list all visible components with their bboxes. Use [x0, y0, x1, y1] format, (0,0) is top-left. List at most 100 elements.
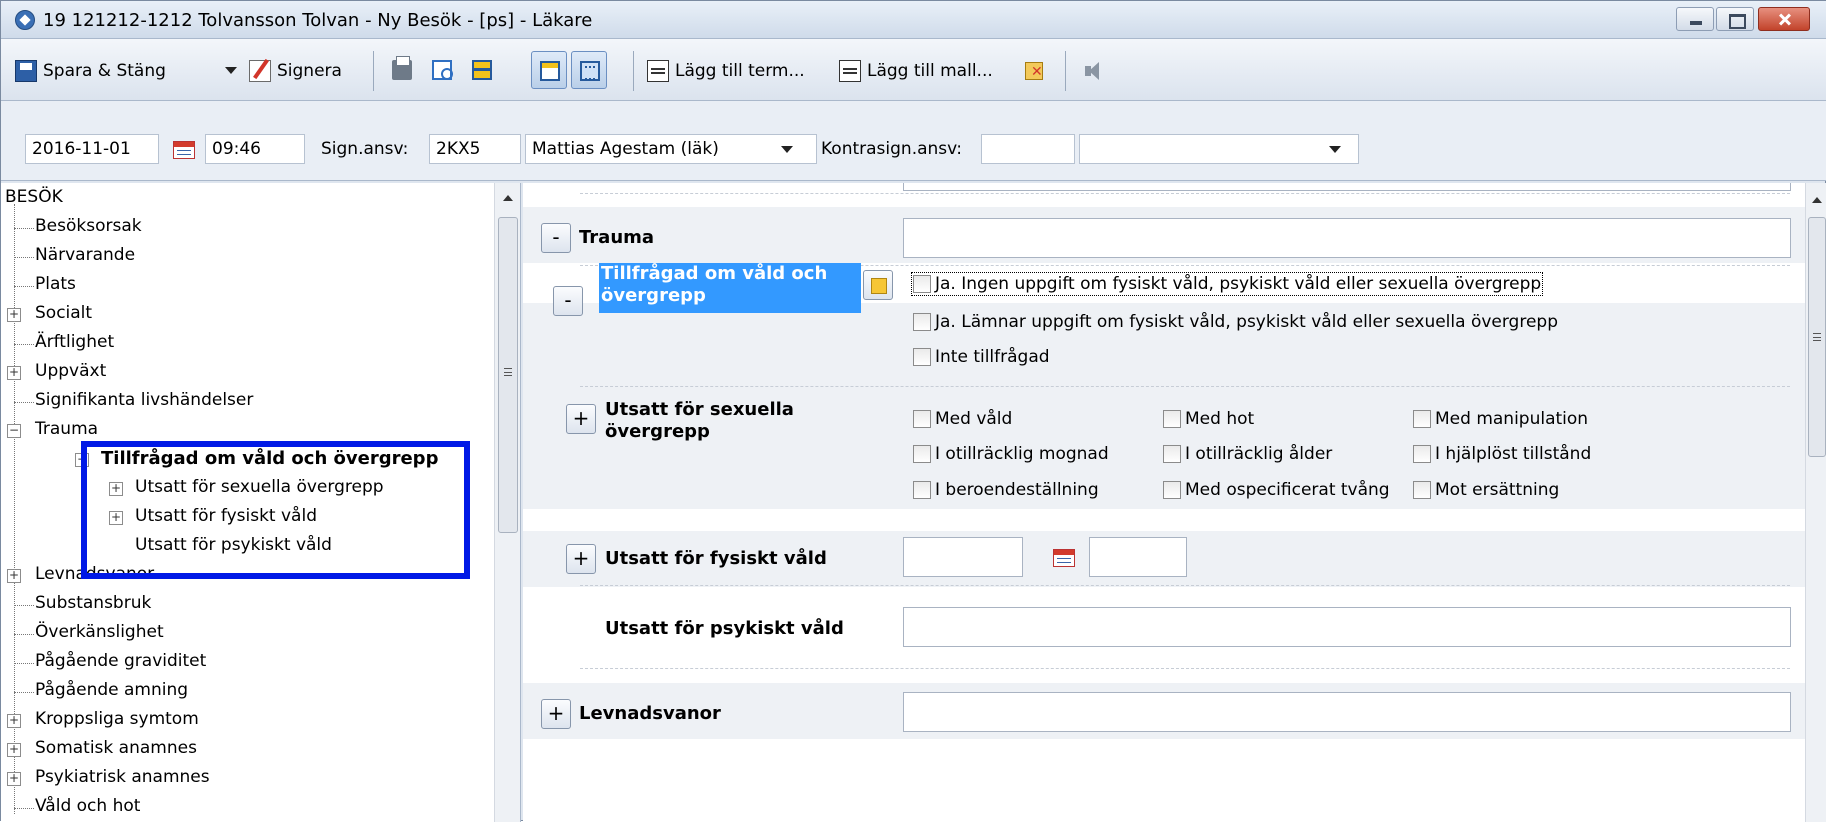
scrollbar-thumb[interactable]	[498, 217, 518, 533]
countersign-code-field[interactable]	[981, 134, 1075, 164]
expand-icon[interactable]: +	[7, 569, 21, 583]
lifestyle-input[interactable]	[903, 692, 1791, 732]
expand-icon[interactable]: +	[7, 743, 21, 757]
tree-item-uppvaxt[interactable]: Uppväxt	[35, 361, 106, 381]
note-icon[interactable]	[863, 270, 893, 300]
calendar-icon[interactable]	[1053, 549, 1075, 567]
sexual-option-ospecificerat-tvang[interactable]: Med ospecificerat tvång	[1163, 480, 1390, 500]
expand-icon[interactable]: +	[7, 772, 21, 786]
tree-item-kroppsliga-symtom[interactable]: Kroppsliga symtom	[35, 709, 199, 729]
tree-item-fysiskt-vald[interactable]: Utsatt för fysiskt våld	[135, 506, 317, 526]
trauma-collapse-button[interactable]: -	[541, 223, 571, 253]
checkbox[interactable]	[1163, 481, 1181, 499]
tree-item-overkanslighet[interactable]: Överkänslighet	[35, 622, 164, 642]
expand-icon[interactable]: +	[109, 482, 123, 496]
physical-extra-field[interactable]	[1089, 537, 1187, 577]
sexual-option-med-manipulation[interactable]: Med manipulation	[1413, 409, 1588, 429]
sign-responsible-select[interactable]: Mattias Agestam (läk)	[525, 134, 817, 164]
expand-icon[interactable]: +	[109, 511, 123, 525]
collapse-icon[interactable]: −	[7, 424, 21, 438]
lifestyle-expand-button[interactable]: +	[541, 699, 571, 729]
tree-item-trauma[interactable]: Trauma	[35, 419, 98, 439]
checkbox[interactable]	[913, 313, 931, 331]
save-options-dropdown-arrow[interactable]	[225, 67, 237, 74]
close-button[interactable]	[1758, 7, 1810, 31]
tree-item-vald-och-hot[interactable]: Våld och hot	[35, 796, 140, 816]
asked-option-yes-no-info[interactable]: Ja. Ingen uppgift om fysiskt våld, psyki…	[910, 272, 1544, 296]
print-preview-button[interactable]	[424, 51, 460, 89]
add-term-button[interactable]: Lägg till term...	[647, 57, 805, 85]
divider	[580, 193, 1790, 194]
tree-item-socialt[interactable]: Socialt	[35, 303, 92, 323]
sound-button[interactable]	[1081, 57, 1109, 85]
asked-option-not-asked[interactable]: Inte tillfrågad	[913, 347, 1050, 367]
sign-responsible-code-field[interactable]: 2KX5	[429, 134, 521, 164]
checkbox[interactable]	[913, 348, 931, 366]
save-close-button[interactable]: Spara & Stäng	[15, 57, 166, 85]
checkbox[interactable]	[1163, 445, 1181, 463]
collapse-icon[interactable]: −	[75, 453, 89, 467]
tree-item-somatisk-anamnes[interactable]: Somatisk anamnes	[35, 738, 197, 758]
tree-item-besoksorsak[interactable]: Besöksorsak	[35, 216, 142, 236]
sexual-option-med-vald[interactable]: Med våld	[913, 409, 1012, 429]
expand-icon[interactable]: +	[7, 308, 21, 322]
tree-item-psykiskt-vald[interactable]: Utsatt för psykiskt våld	[135, 535, 332, 555]
psychological-label: Utsatt för psykiskt våld	[605, 618, 844, 639]
tree-item-psykiatrisk-anamnes[interactable]: Psykiatrisk anamnes	[35, 767, 210, 787]
tree-item-plats[interactable]: Plats	[35, 274, 76, 294]
sexual-option-hjalplost-tillstand[interactable]: I hjälplöst tillstånd	[1413, 444, 1591, 464]
sexual-option-mot-ersattning[interactable]: Mot ersättning	[1413, 480, 1559, 500]
remove-button[interactable]	[1023, 57, 1051, 85]
expand-icon[interactable]: +	[7, 366, 21, 380]
sexual-option-med-hot[interactable]: Med hot	[1163, 409, 1254, 429]
sexual-expand-button[interactable]: +	[566, 404, 596, 434]
checkbox[interactable]	[913, 445, 931, 463]
panel-button[interactable]	[464, 51, 500, 89]
calendar-icon[interactable]	[173, 141, 195, 159]
scroll-up-icon[interactable]	[503, 195, 513, 201]
physical-date-field[interactable]	[903, 537, 1023, 577]
checkbox[interactable]	[913, 481, 931, 499]
tree-item-sexuella-overgrepp[interactable]: Utsatt för sexuella övergrepp	[135, 477, 384, 497]
minimize-button[interactable]	[1676, 7, 1714, 31]
tree-connector	[14, 228, 34, 229]
sexual-option-otillracklig-mognad[interactable]: I otillräcklig mognad	[913, 444, 1109, 464]
time-field[interactable]: 09:46	[205, 134, 305, 164]
trauma-input[interactable]	[903, 218, 1791, 258]
sexual-option-otillracklig-alder[interactable]: I otillräcklig ålder	[1163, 444, 1332, 464]
checkbox[interactable]	[1413, 410, 1431, 428]
tree-item-narvarande[interactable]: Närvarande	[35, 245, 135, 265]
checkbox[interactable]	[913, 410, 931, 428]
tree-scrollbar[interactable]	[494, 183, 520, 822]
overview-toggle-button[interactable]	[571, 51, 607, 89]
maximize-button[interactable]	[1716, 7, 1754, 31]
scrollbar-thumb[interactable]	[1808, 217, 1826, 457]
psychological-input[interactable]	[903, 607, 1791, 647]
tree-item-pagaende-amning[interactable]: Pågående amning	[35, 680, 188, 700]
sexual-option-beroendestallning[interactable]: I beroendeställning	[913, 480, 1099, 500]
tree-item-arftlighet[interactable]: Ärftlighet	[35, 332, 114, 352]
tree-connector	[14, 257, 34, 258]
tree-item-signifikanta-livshandelser[interactable]: Signifikanta livshändelser	[35, 390, 253, 410]
date-field[interactable]: 2016-11-01	[25, 134, 159, 164]
asked-collapse-button[interactable]: -	[553, 286, 583, 316]
tree-item-substansbruk[interactable]: Substansbruk	[35, 593, 151, 613]
layout-toggle-button[interactable]	[531, 51, 567, 89]
expand-icon[interactable]: +	[7, 714, 21, 728]
checkbox[interactable]	[1413, 481, 1431, 499]
physical-expand-button[interactable]: +	[566, 544, 596, 574]
sign-button[interactable]: Signera	[249, 57, 342, 85]
checkbox[interactable]	[913, 275, 931, 293]
tree-item-tillfragad[interactable]: Tillfrågad om våld och övergrepp	[101, 448, 438, 469]
add-template-button[interactable]: Lägg till mall...	[839, 57, 993, 85]
previous-section-input[interactable]	[903, 183, 1791, 191]
tree-item-pagaende-graviditet[interactable]: Pågående graviditet	[35, 651, 206, 671]
scroll-up-icon[interactable]	[1812, 197, 1822, 203]
countersign-select[interactable]	[1079, 134, 1359, 164]
tree-item-levnadsvanor[interactable]: Levnadsvanor	[35, 564, 154, 584]
asked-option-yes-info[interactable]: Ja. Lämnar uppgift om fysiskt våld, psyk…	[913, 312, 1558, 332]
form-scrollbar[interactable]	[1805, 183, 1826, 822]
checkbox[interactable]	[1163, 410, 1181, 428]
print-button[interactable]	[384, 51, 420, 89]
checkbox[interactable]	[1413, 445, 1431, 463]
